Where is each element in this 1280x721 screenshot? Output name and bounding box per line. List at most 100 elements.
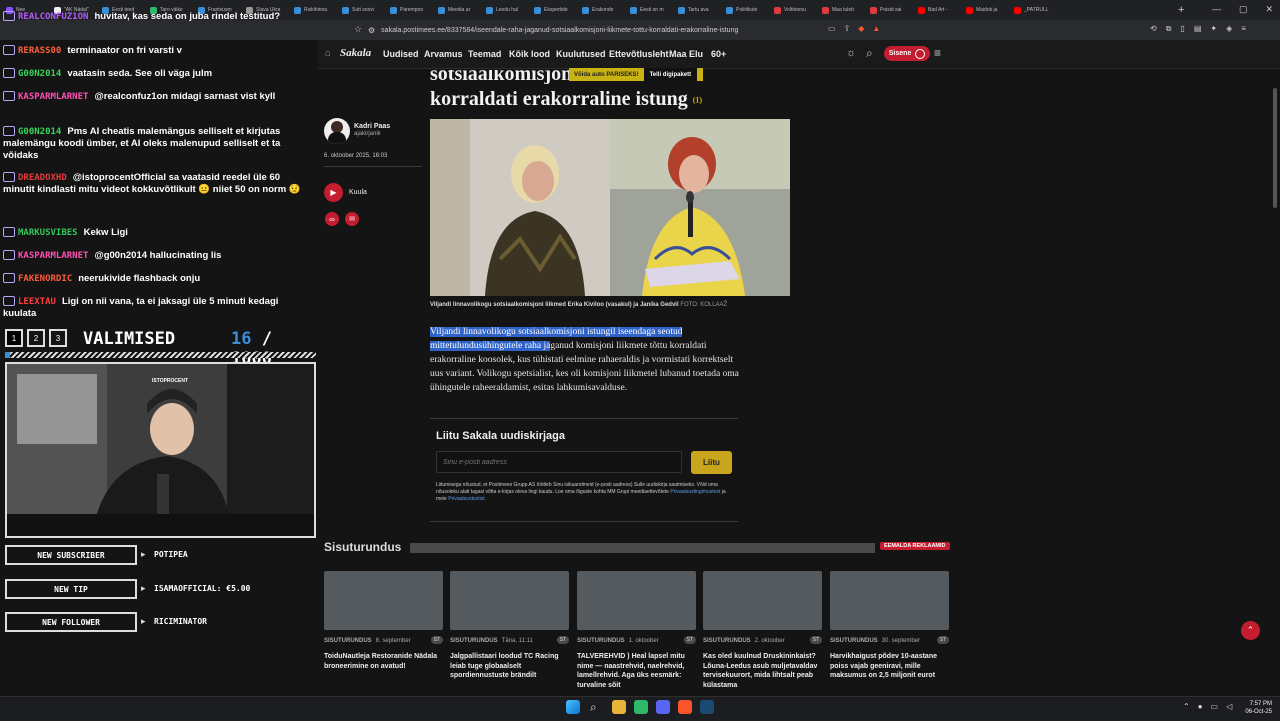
privacy-terms-link[interactable]: Privaatsustingimustest	[670, 489, 720, 495]
nav-item[interactable]: Arvamus	[424, 49, 463, 59]
card-image[interactable]	[450, 571, 569, 630]
remove-ads-button[interactable]: EEMALDA REKLAAMID	[880, 542, 950, 550]
nav-item[interactable]: Uudised	[383, 49, 419, 59]
site-info-icon[interactable]: ⚙	[368, 26, 375, 35]
mic-icon[interactable]: ●	[1198, 702, 1203, 711]
chat-message: MARKUSVIBES Kekw Ligi	[3, 227, 308, 239]
search-icon[interactable]: ⌕	[866, 46, 873, 61]
browser-tab[interactable]: Parempoo	[384, 0, 432, 20]
newsletter-submit-button[interactable]: Liitu	[691, 451, 732, 474]
browser-tab[interactable]: Sutt soovi	[336, 0, 384, 20]
newsletter-email-input[interactable]	[436, 451, 682, 473]
nav-item[interactable]: Teemad	[468, 49, 501, 59]
scroll-top-button[interactable]: ⌃	[1241, 621, 1260, 640]
copy-link-icon[interactable]: ∞	[325, 212, 339, 226]
card-image[interactable]	[324, 571, 443, 630]
app-green-icon[interactable]	[634, 700, 648, 714]
hamburger-menu-icon[interactable]: ≡	[934, 46, 941, 60]
volume-icon[interactable]: ◁	[1226, 702, 1232, 711]
discord-icon[interactable]	[656, 700, 670, 714]
bookmark-icon[interactable]: ☆	[354, 24, 362, 35]
listen-button[interactable]: ▶ Kuula	[324, 183, 367, 202]
card-tag: ST	[556, 636, 569, 644]
browser-tab[interactable]: Bad Art -	[912, 0, 960, 20]
copy-icon[interactable]: ⧉	[1166, 24, 1172, 34]
brave-browser-icon[interactable]	[678, 700, 692, 714]
login-button[interactable]: Sisene	[884, 46, 930, 61]
search-taskbar-icon[interactable]: ⌕	[590, 700, 604, 714]
card-image[interactable]	[577, 571, 696, 630]
brave-rewards-icon[interactable]: ▲	[872, 24, 880, 33]
page-scrollbar[interactable]	[1273, 88, 1277, 208]
nav-item[interactable]: Kõik lood	[509, 49, 550, 59]
author-avatar[interactable]	[324, 118, 350, 144]
sidebar-icon[interactable]: ▯	[1180, 24, 1184, 34]
new-tab-button[interactable]: +	[1178, 4, 1184, 16]
browser-tab[interactable]: Poisid sai	[864, 0, 912, 20]
author-name[interactable]: Kadri Paas	[354, 123, 390, 130]
card-title[interactable]: Kas oled kuulnud Druskininkaist? Lõuna-L…	[703, 652, 822, 690]
browser-tab[interactable]: Poliitikute	[720, 0, 768, 20]
article-body[interactable]: Viljandi linnavolikogu sotsiaalkomisjoni…	[430, 325, 740, 395]
home-icon[interactable]: ⌂	[325, 48, 331, 59]
reading-icon[interactable]: ▤	[1194, 24, 1202, 34]
card-title[interactable]: ToiduNautleja Restoranide Nädala broneer…	[324, 652, 443, 671]
card-title[interactable]: TALVEREHVID ) Heal lapsel mitu nime — na…	[577, 652, 696, 690]
puzzle-icon[interactable]: ✦	[1210, 24, 1217, 34]
browser-tab[interactable]: Maidok ja	[960, 0, 1008, 20]
browser-tab[interactable]: Tartu ava	[672, 0, 720, 20]
nav-item[interactable]: Ettevõtlusleht	[609, 49, 669, 59]
email-share-icon[interactable]: ✉	[345, 212, 359, 226]
windows-start-icon[interactable]	[566, 700, 580, 714]
content-card[interactable]: SISUTURUNDUS 1. oktoober ST TALVEREHVID ) H…	[577, 571, 696, 690]
nav-item[interactable]: Kuulutused	[556, 49, 606, 59]
privacy-policy-link[interactable]: Privaatsustestist.	[448, 496, 486, 502]
minimize-icon[interactable]: —	[1212, 4, 1221, 15]
sync-icon[interactable]: ⟲	[1150, 24, 1157, 34]
caption-text: Viljandi linnavolikogu sotsiaalkomisjoni…	[430, 302, 679, 308]
browser-tab[interactable]: _PATRULL	[1008, 0, 1056, 20]
toolbar-icons: ⟲ ⧉ ▯ ▤ ✦ ◈ ≡	[1150, 24, 1246, 34]
theme-toggle-icon[interactable]: ☼	[846, 47, 856, 59]
translate-icon[interactable]: ▭	[828, 24, 836, 33]
clock[interactable]: 7:57 PM 06-Oct-25	[1240, 700, 1272, 716]
url-field[interactable]: ⚙ sakala.postimees.ee/8337584/iseendale-r…	[368, 23, 828, 37]
card-image[interactable]	[830, 571, 949, 630]
browser-tab[interactable]: Voltiteenu	[768, 0, 816, 20]
tab-title: Meedia ar	[448, 7, 471, 13]
file-explorer-icon[interactable]	[612, 700, 626, 714]
browser-tab[interactable]: Erakonde	[576, 0, 624, 20]
monitor-icon[interactable]: ▭	[1211, 702, 1219, 711]
menu-icon[interactable]: ≡	[1241, 24, 1246, 34]
wallet-icon[interactable]: ◈	[1226, 24, 1232, 34]
promo-banner[interactable]: Võida auto PARISEKS! Telli digipakett	[569, 68, 703, 81]
content-card[interactable]: SISUTURUNDUS 2. oktoober ST Kas oled kuulnu…	[703, 571, 822, 690]
card-title[interactable]: Jalgpallistaari loodud TC Racing leiab t…	[450, 652, 569, 681]
card-image[interactable]	[703, 571, 822, 630]
content-card[interactable]: SISUTURUNDUS 30. september ST Harvikhaigust…	[830, 571, 949, 681]
content-card[interactable]: SISUTURUNDUS Täna, 11:11 ST Jalgpallistaari…	[450, 571, 569, 681]
site-logo[interactable]: Sakala	[340, 47, 371, 59]
article-photo[interactable]	[430, 119, 790, 296]
chat-text: @realconfuz1on midagi sarnast vist kyll	[94, 91, 276, 102]
tray-chevron-icon[interactable]: ⌃	[1183, 702, 1190, 711]
browser-tab[interactable]: Leedu hal	[480, 0, 528, 20]
nav-item[interactable]: Maa Elu	[669, 49, 703, 59]
content-card[interactable]: SISUTURUNDUS 8. september ST ToiduNautleja …	[324, 571, 443, 671]
promo-left-text[interactable]: Võida auto PARISEKS!	[569, 72, 644, 78]
browser-tab[interactable]: Meedia ar	[432, 0, 480, 20]
comment-count[interactable]: (1)	[693, 95, 702, 104]
browser-tab[interactable]: Eesti on m	[624, 0, 672, 20]
browser-tab[interactable]: Ekspertide	[528, 0, 576, 20]
nav-item[interactable]: 60+	[711, 49, 726, 59]
promo-right-text[interactable]: Telli digipakett	[643, 68, 698, 81]
chat-username: RERASS00	[18, 46, 62, 56]
card-title[interactable]: Harvikhaigust põdev 10-aastane poiss vaj…	[830, 652, 949, 681]
browser-tab[interactable]: Maa tuleb	[816, 0, 864, 20]
brave-shield-icon[interactable]: ◆	[858, 24, 864, 33]
share-icon[interactable]: ⇪	[844, 24, 851, 33]
steam-icon[interactable]	[700, 700, 714, 714]
maximize-icon[interactable]: ▢	[1239, 4, 1248, 15]
webcam-frame: ISTOPROCENT	[5, 362, 316, 538]
close-icon[interactable]: ✕	[1266, 4, 1274, 15]
